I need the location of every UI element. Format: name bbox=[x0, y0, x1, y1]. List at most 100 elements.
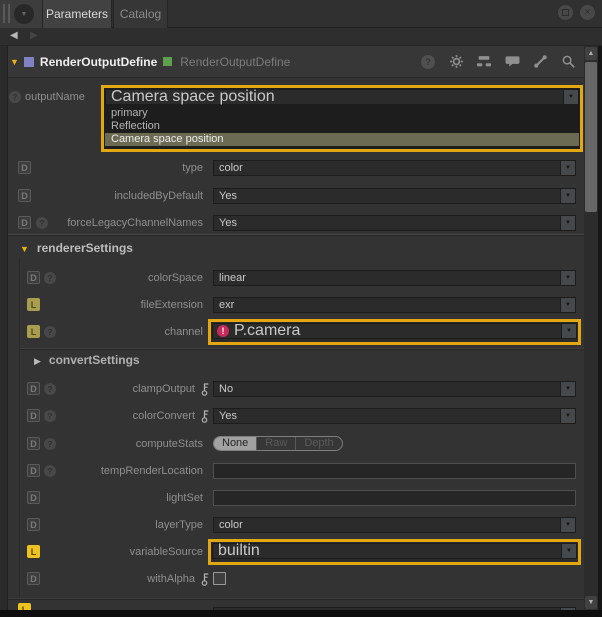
subgroup-separator bbox=[20, 348, 584, 349]
lightSet-input[interactable] bbox=[213, 490, 576, 506]
param-label-withAlpha: withAlpha bbox=[40, 571, 195, 587]
param-label-lightSet: lightSet bbox=[40, 490, 203, 506]
state-badge-default[interactable]: D bbox=[27, 382, 40, 395]
float-pane-button[interactable] bbox=[558, 5, 573, 20]
state-badge-default[interactable]: D bbox=[27, 572, 40, 585]
param-label-channel: channel bbox=[40, 324, 203, 340]
state-badge-default[interactable]: D bbox=[27, 491, 40, 504]
vertical-scrollbar[interactable]: ▲ ▼ bbox=[584, 46, 598, 610]
dropdown-value: builtin bbox=[213, 542, 561, 560]
node-graph-link-button[interactable] bbox=[476, 54, 492, 70]
menu-item-reflection[interactable]: Reflection bbox=[105, 120, 579, 133]
param-row-type: D type color ▼ bbox=[0, 160, 602, 176]
variableSource-dropdown[interactable]: builtin ▼ bbox=[212, 543, 577, 559]
back-button[interactable]: ◀ bbox=[10, 30, 18, 41]
tab-catalog[interactable]: Catalog bbox=[113, 0, 168, 28]
segment-depth[interactable]: Depth bbox=[295, 437, 341, 450]
dropdown-value: color bbox=[214, 519, 560, 531]
state-badge-local[interactable]: L bbox=[27, 545, 40, 558]
state-badge-default[interactable]: D bbox=[27, 409, 40, 422]
group-header-convertSettings[interactable]: ▶ convertSettings bbox=[34, 352, 140, 368]
dropdown-arrow-icon[interactable]: ▼ bbox=[560, 216, 575, 230]
dropdown-value: Yes bbox=[214, 190, 560, 202]
help-icon[interactable]: ? bbox=[9, 91, 21, 103]
state-badge-default[interactable]: D bbox=[27, 464, 40, 477]
menu-item-camera-space-position[interactable]: Camera space position bbox=[105, 133, 579, 146]
node-name: RenderOutputDefine bbox=[40, 55, 157, 69]
param-label-layerType: layerType bbox=[40, 517, 203, 533]
dropdown-arrow-icon[interactable]: ▼ bbox=[560, 518, 575, 532]
colorConvert-dropdown[interactable]: Yes ▼ bbox=[213, 408, 576, 424]
expression-toggle[interactable] bbox=[200, 408, 211, 424]
param-label-type: type bbox=[40, 160, 203, 176]
segment-raw[interactable]: Raw bbox=[256, 437, 295, 450]
colorSpace-dropdown[interactable]: linear ▼ bbox=[213, 270, 576, 286]
state-badge-local[interactable]: L bbox=[27, 325, 40, 338]
search-button[interactable] bbox=[560, 54, 576, 70]
parameters-pane: ▼ Parameters Catalog × ◀ ▶ ▼ RenderOutpu… bbox=[0, 0, 602, 617]
state-badge-default[interactable]: D bbox=[27, 437, 40, 450]
dropdown-arrow-icon[interactable]: ▼ bbox=[561, 324, 576, 338]
dropdown-arrow-icon[interactable]: ▼ bbox=[560, 189, 575, 203]
scroll-up-button[interactable]: ▲ bbox=[585, 47, 597, 60]
outputName-dropdown[interactable]: Camera space position ▼ bbox=[105, 89, 579, 105]
segment-none[interactable]: None bbox=[214, 437, 256, 450]
param-row-forceLegacyChannelNames: D ? forceLegacyChannelNames Yes ▼ bbox=[0, 215, 602, 231]
state-badge-default[interactable]: D bbox=[18, 161, 31, 174]
dropdown-value: Camera space position bbox=[106, 88, 563, 106]
state-badge-local[interactable]: L bbox=[27, 298, 40, 311]
param-row-clampOutput: D ? clampOutput No ▼ bbox=[0, 381, 602, 397]
withAlpha-checkbox[interactable] bbox=[213, 572, 226, 585]
dropdown-arrow-icon[interactable]: ▼ bbox=[561, 544, 576, 558]
tempRenderLocation-input[interactable] bbox=[213, 463, 576, 479]
history-nav-bar: ◀ ▶ bbox=[0, 28, 602, 46]
tab-catalog-label: Catalog bbox=[120, 7, 161, 21]
dropdown-arrow-icon[interactable]: ▼ bbox=[560, 161, 575, 175]
param-row-layerType: D layerType color ▼ bbox=[0, 517, 602, 533]
dropdown-arrow-icon[interactable]: ▼ bbox=[560, 298, 575, 312]
forward-button[interactable]: ▶ bbox=[30, 30, 38, 41]
group-expand-icon: ▶ bbox=[34, 356, 41, 366]
clampOutput-dropdown[interactable]: No ▼ bbox=[213, 381, 576, 397]
key-icon bbox=[200, 408, 211, 424]
state-badge-default[interactable]: D bbox=[27, 271, 40, 284]
dropdown-value: P.camera bbox=[234, 322, 561, 340]
node-collapse-icon[interactable]: ▼ bbox=[10, 57, 19, 67]
pane-menu-button[interactable]: ▼ bbox=[14, 4, 34, 24]
edit-button[interactable] bbox=[532, 54, 548, 70]
menu-item-primary[interactable]: primary bbox=[105, 107, 579, 120]
settings-button[interactable] bbox=[448, 54, 464, 70]
key-icon bbox=[200, 381, 211, 397]
forceLegacyChannelNames-dropdown[interactable]: Yes ▼ bbox=[213, 215, 576, 231]
type-dropdown[interactable]: color ▼ bbox=[213, 160, 576, 176]
state-badge-default[interactable]: D bbox=[18, 189, 31, 202]
dropdown-arrow-icon[interactable]: ▼ bbox=[560, 409, 575, 423]
tab-parameters[interactable]: Parameters bbox=[42, 0, 112, 28]
node-color-swatch bbox=[24, 57, 34, 67]
dropdown-arrow-icon[interactable]: ▼ bbox=[560, 382, 575, 396]
scroll-down-button[interactable]: ▼ bbox=[585, 596, 597, 609]
expression-toggle[interactable] bbox=[200, 381, 211, 397]
pane-drag-handle[interactable] bbox=[3, 4, 10, 23]
fileExtension-dropdown[interactable]: exr ▼ bbox=[213, 297, 576, 313]
comment-button[interactable] bbox=[504, 54, 520, 70]
scrollbar-thumb[interactable] bbox=[585, 62, 597, 212]
state-badge-default[interactable]: D bbox=[18, 216, 31, 229]
close-pane-button[interactable]: × bbox=[580, 5, 595, 20]
help-button[interactable]: ? bbox=[420, 54, 436, 70]
node-header-toolbar: ? bbox=[420, 54, 576, 70]
param-row-computeStats: D ? computeStats None Raw Depth bbox=[0, 436, 602, 452]
group-label: convertSettings bbox=[49, 353, 140, 367]
expression-toggle[interactable] bbox=[200, 571, 211, 587]
includedByDefault-dropdown[interactable]: Yes ▼ bbox=[213, 188, 576, 204]
dropdown-arrow-icon[interactable]: ▼ bbox=[560, 271, 575, 285]
layerType-dropdown[interactable]: color ▼ bbox=[213, 517, 576, 533]
dropdown-arrow-icon[interactable]: ▼ bbox=[563, 90, 578, 104]
group-collapse-icon: ▼ bbox=[20, 244, 29, 254]
param-label-forceLegacyChannelNames: forceLegacyChannelNames bbox=[40, 215, 203, 231]
node-header: ▼ RenderOutputDefine RenderOutputDefine … bbox=[8, 46, 584, 78]
channel-dropdown[interactable]: ! P.camera ▼ bbox=[212, 323, 577, 339]
outputName-menu: primary Reflection Camera space position bbox=[105, 105, 579, 148]
group-header-rendererSettings[interactable]: ▼rendererSettings bbox=[20, 240, 133, 256]
state-badge-default[interactable]: D bbox=[27, 518, 40, 531]
